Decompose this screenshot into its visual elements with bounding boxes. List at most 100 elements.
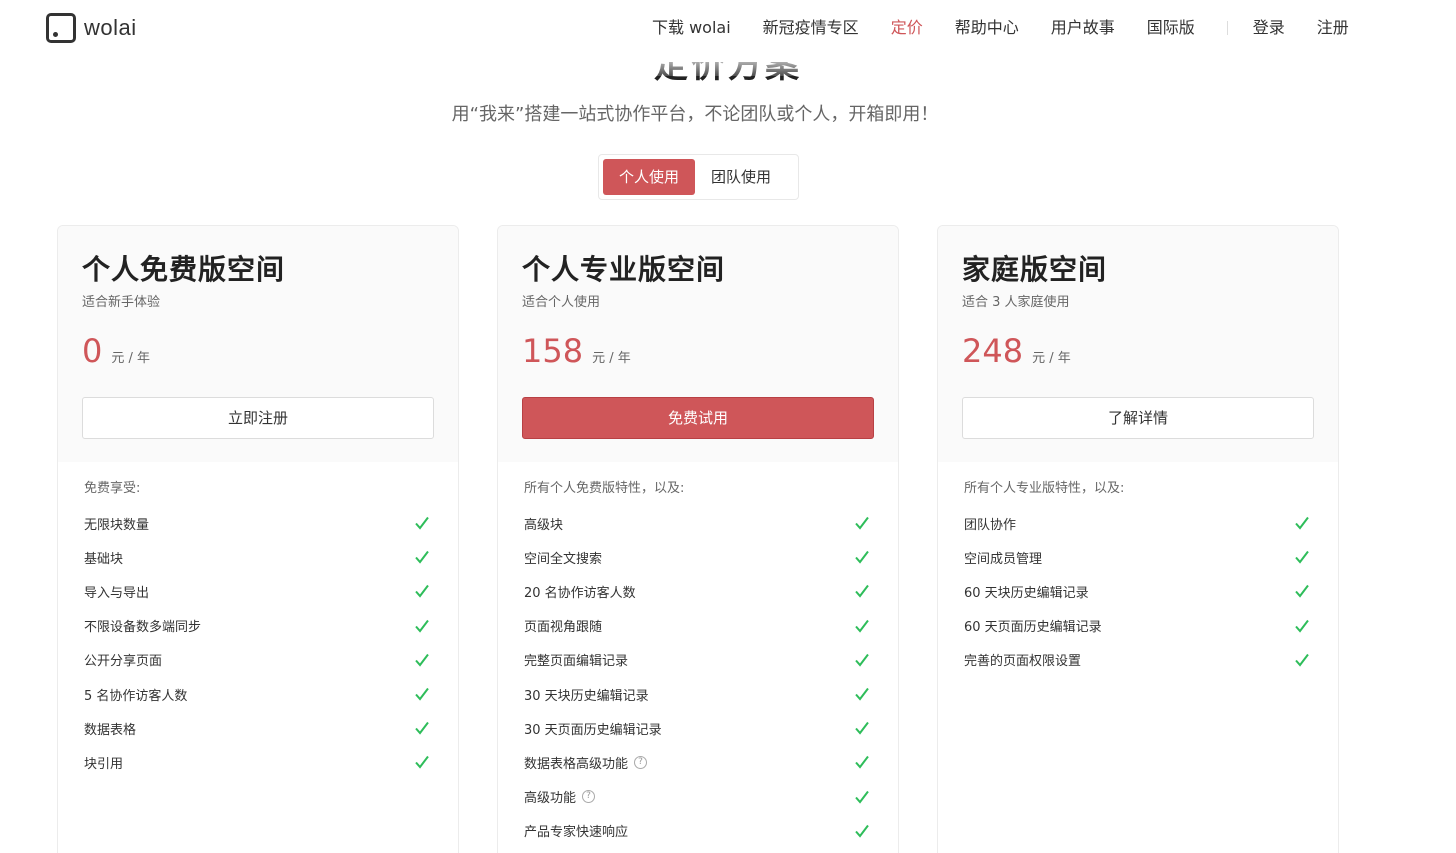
feature-list: 所有个人免费版特性，以及: 高级块 空间全文搜索 20 名协作访客人数 页面视角… bbox=[498, 462, 898, 848]
feature-item: 数据表格 bbox=[84, 711, 432, 745]
feature-item: 页面视角跟随 bbox=[524, 609, 872, 643]
plan-price: 158 bbox=[522, 332, 584, 370]
check-icon bbox=[1295, 585, 1309, 599]
main-nav: 下载 wolai 新冠疫情专区 定价 帮助中心 用户故事 国际版 登录 注册 bbox=[652, 17, 1349, 39]
plan-card-family: 家庭版空间 适合 3 人家庭使用 248 元 / 年 了解详情 所有个人专业版特… bbox=[937, 225, 1339, 853]
plan-title: 家庭版空间 bbox=[962, 253, 1108, 286]
register-button[interactable]: 立即注册 bbox=[82, 397, 434, 439]
nav-divider bbox=[1226, 21, 1228, 35]
feature-label: 页面视角跟随 bbox=[524, 620, 603, 636]
feature-label: 块引用 bbox=[84, 756, 124, 772]
feature-item: 30 天块历史编辑记录 bbox=[524, 677, 872, 711]
check-icon bbox=[855, 516, 869, 530]
check-icon bbox=[855, 619, 869, 633]
feature-label: 20 名协作访客人数 bbox=[524, 585, 636, 601]
nav-pricing[interactable]: 定价 bbox=[891, 17, 923, 39]
feature-item: 不限设备数多端同步 bbox=[84, 609, 432, 643]
feature-item: 公开分享页面 bbox=[84, 643, 432, 677]
feature-item: 空间成员管理 bbox=[964, 540, 1312, 574]
feature-item: 导入与导出 bbox=[84, 574, 432, 608]
price-unit: 元 / 年 bbox=[1032, 351, 1071, 366]
nav-login[interactable]: 登录 bbox=[1253, 17, 1285, 39]
logo-text: wolai bbox=[84, 15, 137, 40]
check-icon bbox=[1295, 653, 1309, 667]
nav-help[interactable]: 帮助中心 bbox=[955, 17, 1019, 39]
toggle-team[interactable]: 团队使用 bbox=[695, 159, 787, 195]
feature-label: 5 名协作访客人数 bbox=[84, 688, 188, 704]
check-icon bbox=[415, 687, 429, 701]
check-icon bbox=[415, 585, 429, 599]
feature-item: 高级块 bbox=[524, 506, 872, 540]
plan-card-free: 个人免费版空间 适合新手体验 0 元 / 年 立即注册 免费享受: 无限块数量 … bbox=[57, 225, 459, 853]
feature-heading: 免费享受: bbox=[84, 481, 141, 496]
price-row: 0 元 / 年 bbox=[82, 332, 434, 370]
plan-card-pro: 个人专业版空间 适合个人使用 158 元 / 年 免费试用 所有个人免费版特性，… bbox=[497, 225, 899, 853]
help-question-icon[interactable]: ? bbox=[582, 790, 596, 804]
price-unit: 元 / 年 bbox=[592, 351, 631, 366]
feature-item: 数据表格高级功能? bbox=[524, 745, 872, 779]
nav-register[interactable]: 注册 bbox=[1317, 17, 1349, 39]
feature-item: 完善的页面权限设置 bbox=[964, 643, 1312, 677]
help-question-icon[interactable]: ? bbox=[634, 755, 648, 769]
feature-label-wrap: 数据表格高级功能? bbox=[524, 753, 648, 772]
feature-label: 空间全文搜索 bbox=[524, 551, 603, 567]
feature-label: 产品专家快速响应 bbox=[524, 825, 629, 841]
feature-label: 团队协作 bbox=[964, 517, 1017, 533]
check-icon bbox=[855, 687, 869, 701]
nav-covid[interactable]: 新冠疫情专区 bbox=[763, 17, 859, 39]
top-nav-bar: wolai 下载 wolai 新冠疫情专区 定价 帮助中心 用户故事 国际版 登… bbox=[0, 0, 1456, 56]
price-row: 158 元 / 年 bbox=[522, 332, 874, 370]
check-icon bbox=[855, 653, 869, 667]
page-subtitle: 用“我来”搭建一站式协作平台，不论团队或个人，开箱即用！ bbox=[451, 104, 939, 125]
feature-item: 60 天块历史编辑记录 bbox=[964, 574, 1312, 608]
toggle-personal[interactable]: 个人使用 bbox=[603, 159, 696, 195]
learn-more-button[interactable]: 了解详情 bbox=[962, 397, 1314, 439]
check-icon bbox=[855, 551, 869, 564]
feature-label: 60 天块历史编辑记录 bbox=[964, 585, 1089, 601]
check-icon bbox=[415, 653, 429, 667]
plan-title: 个人免费版空间 bbox=[82, 253, 286, 286]
feature-label-wrap: 高级功能? bbox=[524, 787, 596, 806]
feature-item: 30 天页面历史编辑记录 bbox=[524, 711, 872, 745]
nav-international[interactable]: 国际版 bbox=[1147, 17, 1195, 39]
check-icon bbox=[855, 722, 869, 735]
feature-label: 公开分享页面 bbox=[84, 654, 163, 670]
plan-desc: 适合 3 人家庭使用 bbox=[962, 295, 1070, 310]
feature-item: 团队协作 bbox=[964, 506, 1312, 540]
plan-header: 个人免费版空间 适合新手体验 0 元 / 年 立即注册 bbox=[58, 226, 458, 462]
feature-label: 30 天块历史编辑记录 bbox=[524, 688, 649, 704]
feature-label: 空间成员管理 bbox=[964, 551, 1043, 567]
feature-item: 块引用 bbox=[84, 745, 432, 779]
feature-label: 30 天页面历史编辑记录 bbox=[524, 722, 662, 738]
check-icon bbox=[1295, 551, 1309, 564]
feature-item: 无限块数量 bbox=[84, 506, 432, 540]
plan-title: 个人专业版空间 bbox=[522, 253, 726, 286]
check-icon bbox=[415, 516, 429, 530]
nav-download[interactable]: 下载 wolai bbox=[652, 17, 731, 39]
free-trial-button[interactable]: 免费试用 bbox=[522, 397, 874, 439]
feature-label: 导入与导出 bbox=[84, 585, 150, 601]
feature-item: 基础块 bbox=[84, 540, 432, 574]
feature-list: 所有个人专业版特性，以及: 团队协作 空间成员管理 60 天块历史编辑记录 60… bbox=[938, 462, 1338, 677]
feature-label: 基础块 bbox=[84, 551, 124, 567]
check-icon bbox=[1295, 516, 1309, 530]
feature-label: 高级块 bbox=[524, 517, 564, 533]
nav-stories[interactable]: 用户故事 bbox=[1051, 17, 1115, 39]
feature-label: 数据表格高级功能 bbox=[524, 756, 629, 772]
plan-header: 家庭版空间 适合 3 人家庭使用 248 元 / 年 了解详情 bbox=[938, 226, 1338, 462]
feature-label: 完善的页面权限设置 bbox=[964, 654, 1082, 670]
feature-label: 60 天页面历史编辑记录 bbox=[964, 620, 1102, 636]
plan-header: 个人专业版空间 适合个人使用 158 元 / 年 免费试用 bbox=[498, 226, 898, 462]
check-icon bbox=[415, 551, 429, 564]
wolai-logo-icon bbox=[46, 13, 76, 43]
plan-price: 0 bbox=[82, 332, 103, 370]
check-icon bbox=[415, 756, 429, 769]
check-icon bbox=[415, 619, 429, 633]
check-icon bbox=[855, 585, 869, 599]
feature-heading: 所有个人专业版特性，以及: bbox=[964, 481, 1125, 496]
feature-item: 完整页面编辑记录 bbox=[524, 643, 872, 677]
plan-price: 248 bbox=[962, 332, 1024, 370]
feature-item: 5 名协作访客人数 bbox=[84, 677, 432, 711]
price-unit: 元 / 年 bbox=[111, 351, 151, 366]
logo[interactable]: wolai bbox=[46, 13, 137, 43]
